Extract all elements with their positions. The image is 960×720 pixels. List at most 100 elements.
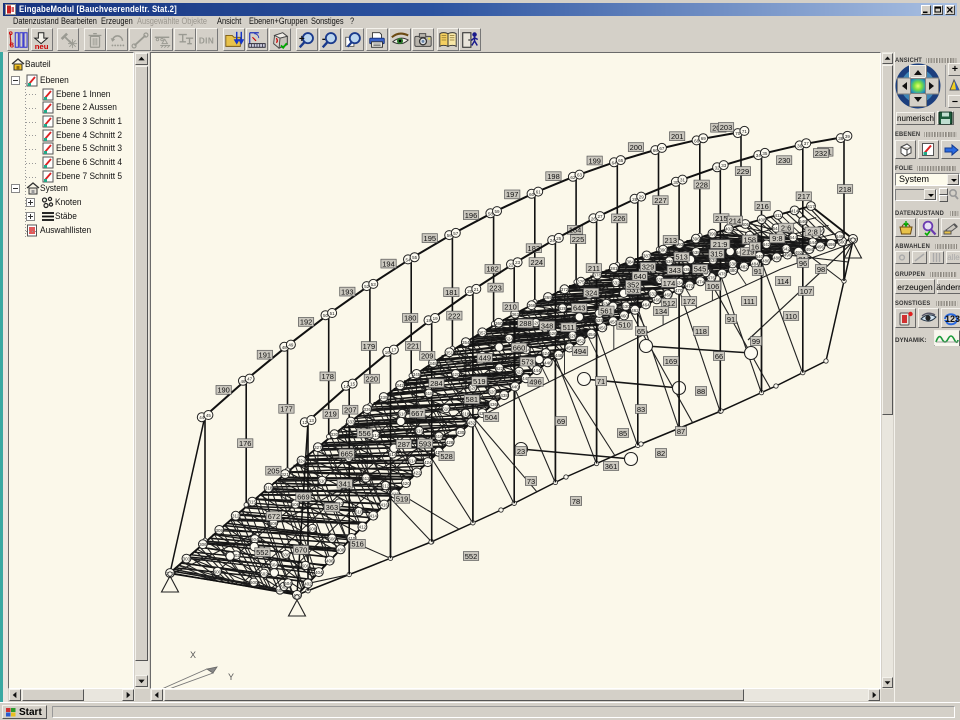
svg-text:neu: neu — [35, 42, 49, 50]
svg-text:626: 626 — [549, 331, 557, 336]
svg-text:670: 670 — [295, 546, 308, 555]
svg-text:203: 203 — [720, 123, 733, 132]
svg-text:178: 178 — [321, 372, 334, 381]
svg-text:632: 632 — [612, 280, 620, 285]
svg-text:452: 452 — [577, 339, 585, 344]
svg-text:288: 288 — [519, 319, 532, 328]
svg-text:336: 336 — [363, 407, 371, 412]
svg-text:402: 402 — [304, 582, 312, 587]
svg-text:561: 561 — [600, 306, 613, 315]
svg-text:324: 324 — [298, 459, 306, 464]
svg-text:Y: Y — [228, 672, 234, 682]
svg-text:408: 408 — [758, 217, 766, 222]
svg-text:87: 87 — [677, 427, 685, 436]
svg-text:330: 330 — [331, 432, 339, 437]
svg-text:45: 45 — [206, 413, 212, 418]
svg-text:600: 600 — [214, 569, 222, 574]
svg-text:218: 218 — [839, 185, 852, 194]
svg-text:361: 361 — [605, 462, 618, 471]
svg-text:181: 181 — [445, 288, 458, 297]
svg-text:516: 516 — [351, 540, 364, 549]
svg-text:216: 216 — [756, 202, 769, 211]
svg-text:381: 381 — [610, 266, 618, 271]
svg-text:618: 618 — [425, 391, 433, 396]
svg-text:215: 215 — [715, 214, 728, 223]
svg-text:318: 318 — [265, 486, 273, 491]
svg-text:220: 220 — [366, 375, 379, 384]
svg-text:618: 618 — [462, 411, 470, 416]
svg-text:456: 456 — [599, 325, 607, 330]
svg-text:468: 468 — [664, 292, 672, 297]
svg-text:17: 17 — [391, 348, 397, 353]
svg-text:556: 556 — [358, 429, 371, 438]
svg-text:209: 209 — [421, 352, 434, 361]
svg-text:96: 96 — [799, 259, 807, 268]
svg-text:57: 57 — [453, 231, 459, 236]
svg-text:632: 632 — [649, 292, 657, 297]
svg-text:482: 482 — [740, 265, 748, 270]
svg-text:78: 78 — [572, 497, 580, 506]
svg-text:660: 660 — [513, 343, 526, 352]
svg-text:438: 438 — [500, 393, 508, 398]
svg-text:643: 643 — [573, 304, 586, 313]
svg-text:348: 348 — [429, 361, 437, 366]
svg-text:449: 449 — [479, 354, 492, 363]
svg-text:214: 214 — [729, 216, 742, 225]
svg-text:29: 29 — [639, 195, 645, 200]
svg-text:13: 13 — [309, 418, 315, 423]
svg-text:581: 581 — [466, 395, 479, 404]
svg-text:440: 440 — [511, 385, 519, 390]
svg-text:205: 205 — [267, 467, 280, 476]
svg-text:488: 488 — [773, 255, 781, 260]
svg-text:19: 19 — [433, 316, 439, 321]
svg-text:646: 646 — [799, 219, 807, 224]
svg-text:53: 53 — [371, 282, 377, 287]
svg-text:357: 357 — [479, 330, 487, 335]
svg-text:424: 424 — [424, 460, 432, 465]
svg-text:324: 324 — [585, 288, 598, 297]
svg-text:411: 411 — [775, 213, 783, 218]
svg-text:65: 65 — [637, 327, 645, 336]
svg-text:27: 27 — [597, 214, 603, 219]
svg-text:23: 23 — [517, 447, 525, 456]
svg-text:351: 351 — [446, 350, 454, 355]
svg-text:111: 111 — [743, 297, 754, 306]
svg-text:2:8: 2:8 — [807, 227, 817, 236]
svg-text:669: 669 — [297, 493, 310, 502]
svg-text:284: 284 — [430, 379, 443, 388]
svg-text:226: 226 — [613, 214, 626, 223]
svg-text:612: 612 — [362, 476, 370, 481]
svg-text:354: 354 — [462, 340, 470, 345]
svg-text:552: 552 — [465, 552, 478, 561]
svg-text:510: 510 — [618, 321, 631, 330]
svg-text:462: 462 — [631, 308, 639, 313]
svg-text:85: 85 — [619, 429, 627, 438]
svg-text:91: 91 — [754, 267, 762, 276]
svg-text:606: 606 — [302, 563, 310, 568]
svg-text:59: 59 — [494, 209, 500, 214]
svg-text:620: 620 — [452, 372, 460, 377]
svg-text:593: 593 — [419, 439, 432, 448]
svg-text:315: 315 — [710, 250, 723, 259]
svg-text:201: 201 — [671, 132, 684, 141]
svg-text:35: 35 — [762, 151, 768, 156]
svg-text:638: 638 — [709, 258, 717, 263]
svg-text:192: 192 — [300, 318, 313, 327]
svg-text:363: 363 — [326, 503, 339, 512]
svg-text:31: 31 — [680, 178, 686, 183]
svg-text:213: 213 — [665, 236, 678, 245]
svg-text:366: 366 — [528, 303, 536, 308]
svg-text:172: 172 — [683, 297, 696, 306]
svg-text:430: 430 — [457, 430, 465, 435]
svg-text:69: 69 — [557, 417, 565, 426]
svg-text:606: 606 — [282, 552, 290, 557]
svg-text:287: 287 — [398, 440, 411, 449]
svg-text:420: 420 — [402, 481, 410, 486]
svg-text:223: 223 — [489, 283, 502, 292]
svg-text:211: 211 — [588, 264, 600, 273]
svg-text:352: 352 — [627, 281, 640, 290]
svg-text:197: 197 — [506, 190, 519, 199]
svg-text:114: 114 — [777, 277, 789, 286]
svg-text:225: 225 — [572, 235, 585, 244]
svg-text:217: 217 — [798, 192, 811, 201]
